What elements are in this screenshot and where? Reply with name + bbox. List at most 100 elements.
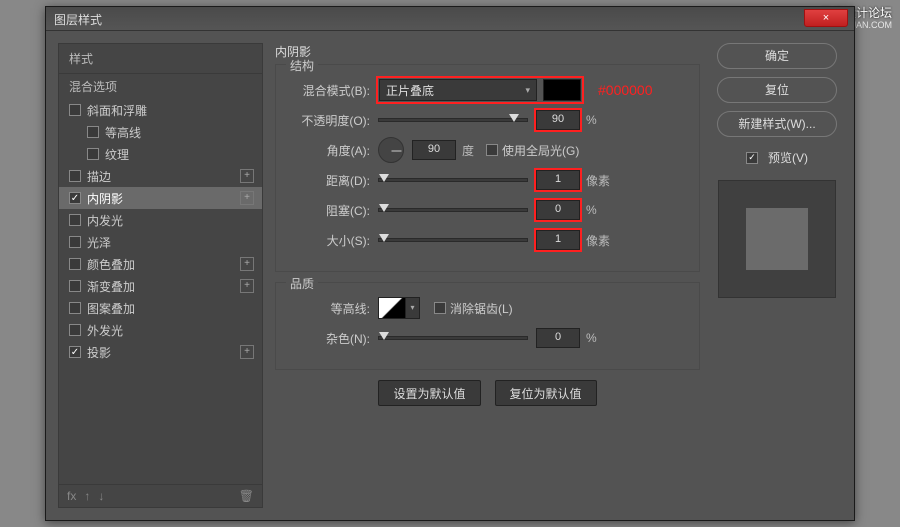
preview-label: 预览(V) xyxy=(768,149,808,166)
angle-unit: 度 xyxy=(462,142,474,159)
sidebar-item-label: 颜色叠加 xyxy=(87,256,135,273)
arrow-up-icon[interactable]: ↑ xyxy=(84,489,90,503)
contour-label: 等高线: xyxy=(288,300,370,317)
choke-slider[interactable] xyxy=(378,208,528,212)
sidebar-item[interactable]: 颜色叠加 + xyxy=(59,253,262,275)
sidebar-footer: fx ↑ ↓ 🗑 xyxy=(59,484,262,507)
styles-sidebar: 样式 混合选项 斜面和浮雕等高线纹理描边+✓内阴影+内发光光泽颜色叠加+渐变叠加… xyxy=(58,43,263,508)
effect-checkbox[interactable] xyxy=(69,302,81,314)
add-effect-icon[interactable]: + xyxy=(240,279,254,293)
panel-title: 内阴影 xyxy=(275,43,700,60)
opacity-label: 不透明度(O): xyxy=(288,112,370,129)
sidebar-item[interactable]: 等高线 xyxy=(59,121,262,143)
sidebar-item[interactable]: 图案叠加 xyxy=(59,297,262,319)
window-title: 图层样式 xyxy=(54,13,102,27)
distance-input[interactable]: 1 xyxy=(536,170,580,190)
effect-checkbox[interactable] xyxy=(69,324,81,336)
sidebar-item-label: 等高线 xyxy=(105,124,141,141)
add-effect-icon[interactable]: + xyxy=(240,257,254,271)
effect-checkbox[interactable] xyxy=(69,214,81,226)
sidebar-item-label: 纹理 xyxy=(105,146,129,163)
opacity-input[interactable]: 90 xyxy=(536,110,580,130)
choke-unit: % xyxy=(586,203,597,217)
structure-fieldset: 结构 混合模式(B): 正片叠底 ▾ #000000 不透明度(O): xyxy=(275,64,700,272)
size-input[interactable]: 1 xyxy=(536,230,580,250)
angle-input[interactable]: 90 xyxy=(412,140,456,160)
fx-icon[interactable]: fx xyxy=(67,489,76,503)
opacity-unit: % xyxy=(586,113,597,127)
noise-slider[interactable] xyxy=(378,336,528,340)
layer-style-dialog: 图层样式 × 样式 混合选项 斜面和浮雕等高线纹理描边+✓内阴影+内发光光泽颜色… xyxy=(45,6,855,521)
make-default-button[interactable]: 设置为默认值 xyxy=(378,380,480,406)
new-style-button[interactable]: 新建样式(W)... xyxy=(717,111,837,137)
chevron-down-icon: ▾ xyxy=(525,85,530,96)
distance-unit: 像素 xyxy=(586,172,610,189)
sidebar-item-label: 外发光 xyxy=(87,322,123,339)
color-annotation: #000000 xyxy=(598,82,653,98)
sidebar-item[interactable]: 渐变叠加 + xyxy=(59,275,262,297)
close-button[interactable]: × xyxy=(804,9,848,27)
add-effect-icon[interactable]: + xyxy=(240,191,254,205)
noise-input[interactable]: 0 xyxy=(536,328,580,348)
distance-label: 距离(D): xyxy=(288,172,370,189)
reset-default-button[interactable]: 复位为默认值 xyxy=(495,380,597,406)
effect-checkbox[interactable] xyxy=(87,148,99,160)
sidebar-item[interactable]: ✓投影+ xyxy=(59,341,262,363)
antialias-checkbox[interactable] xyxy=(434,302,446,314)
shadow-color-swatch[interactable] xyxy=(543,79,581,101)
preview-box xyxy=(718,180,836,298)
effect-checkbox[interactable]: ✓ xyxy=(69,346,81,358)
preview-swatch xyxy=(746,208,808,270)
trash-icon[interactable]: 🗑 xyxy=(239,489,254,503)
size-slider[interactable] xyxy=(378,238,528,242)
contour-dropdown[interactable]: ▾ xyxy=(406,297,420,319)
quality-legend: 品质 xyxy=(286,275,318,292)
cancel-button[interactable]: 复位 xyxy=(717,77,837,103)
sidebar-item[interactable]: 外发光 xyxy=(59,319,262,341)
effect-checkbox[interactable] xyxy=(69,258,81,270)
effect-checkbox[interactable] xyxy=(69,236,81,248)
sidebar-item[interactable]: 描边 + xyxy=(59,165,262,187)
global-light-checkbox[interactable] xyxy=(486,144,498,156)
blend-mode-select[interactable]: 正片叠底 ▾ xyxy=(379,79,537,101)
sidebar-item[interactable]: 斜面和浮雕 xyxy=(59,99,262,121)
effect-checkbox[interactable] xyxy=(69,170,81,182)
noise-unit: % xyxy=(586,331,597,345)
add-effect-icon[interactable]: + xyxy=(240,345,254,359)
effect-checkbox[interactable] xyxy=(69,104,81,116)
size-unit: 像素 xyxy=(586,232,610,249)
quality-fieldset: 品质 等高线: ▾ 消除锯齿(L) 杂色(N): 0 % xyxy=(275,282,700,370)
angle-label: 角度(A): xyxy=(288,142,370,159)
noise-label: 杂色(N): xyxy=(288,330,370,347)
sidebar-item-label: 斜面和浮雕 xyxy=(87,102,147,119)
structure-legend: 结构 xyxy=(286,57,318,74)
angle-dial[interactable] xyxy=(378,137,404,163)
sidebar-item[interactable]: 纹理 xyxy=(59,143,262,165)
sidebar-item-label: 图案叠加 xyxy=(87,300,135,317)
size-label: 大小(S): xyxy=(288,232,370,249)
titlebar[interactable]: 图层样式 × xyxy=(46,7,854,31)
right-column: 确定 复位 新建样式(W)... ✓ 预览(V) xyxy=(712,43,842,508)
sidebar-item[interactable]: 内发光 xyxy=(59,209,262,231)
sidebar-item-label: 内发光 xyxy=(87,212,123,229)
sidebar-item-label: 渐变叠加 xyxy=(87,278,135,295)
settings-panel: 内阴影 结构 混合模式(B): 正片叠底 ▾ #000000 不透明度( xyxy=(275,43,700,508)
antialias-label: 消除锯齿(L) xyxy=(450,300,513,317)
blend-options[interactable]: 混合选项 xyxy=(59,73,262,99)
sidebar-item[interactable]: 光泽 xyxy=(59,231,262,253)
add-effect-icon[interactable]: + xyxy=(240,169,254,183)
choke-label: 阻塞(C): xyxy=(288,202,370,219)
arrow-down-icon[interactable]: ↓ xyxy=(98,489,104,503)
preview-checkbox[interactable]: ✓ xyxy=(746,152,758,164)
contour-picker[interactable] xyxy=(378,297,406,319)
distance-slider[interactable] xyxy=(378,178,528,182)
opacity-slider[interactable] xyxy=(378,118,528,122)
effect-checkbox[interactable]: ✓ xyxy=(69,192,81,204)
sidebar-item-label: 内阴影 xyxy=(87,190,123,207)
sidebar-item-label: 描边 xyxy=(87,168,111,185)
effect-checkbox[interactable] xyxy=(87,126,99,138)
sidebar-item[interactable]: ✓ 内阴影 + xyxy=(59,187,262,209)
choke-input[interactable]: 0 xyxy=(536,200,580,220)
ok-button[interactable]: 确定 xyxy=(717,43,837,69)
effect-checkbox[interactable] xyxy=(69,280,81,292)
